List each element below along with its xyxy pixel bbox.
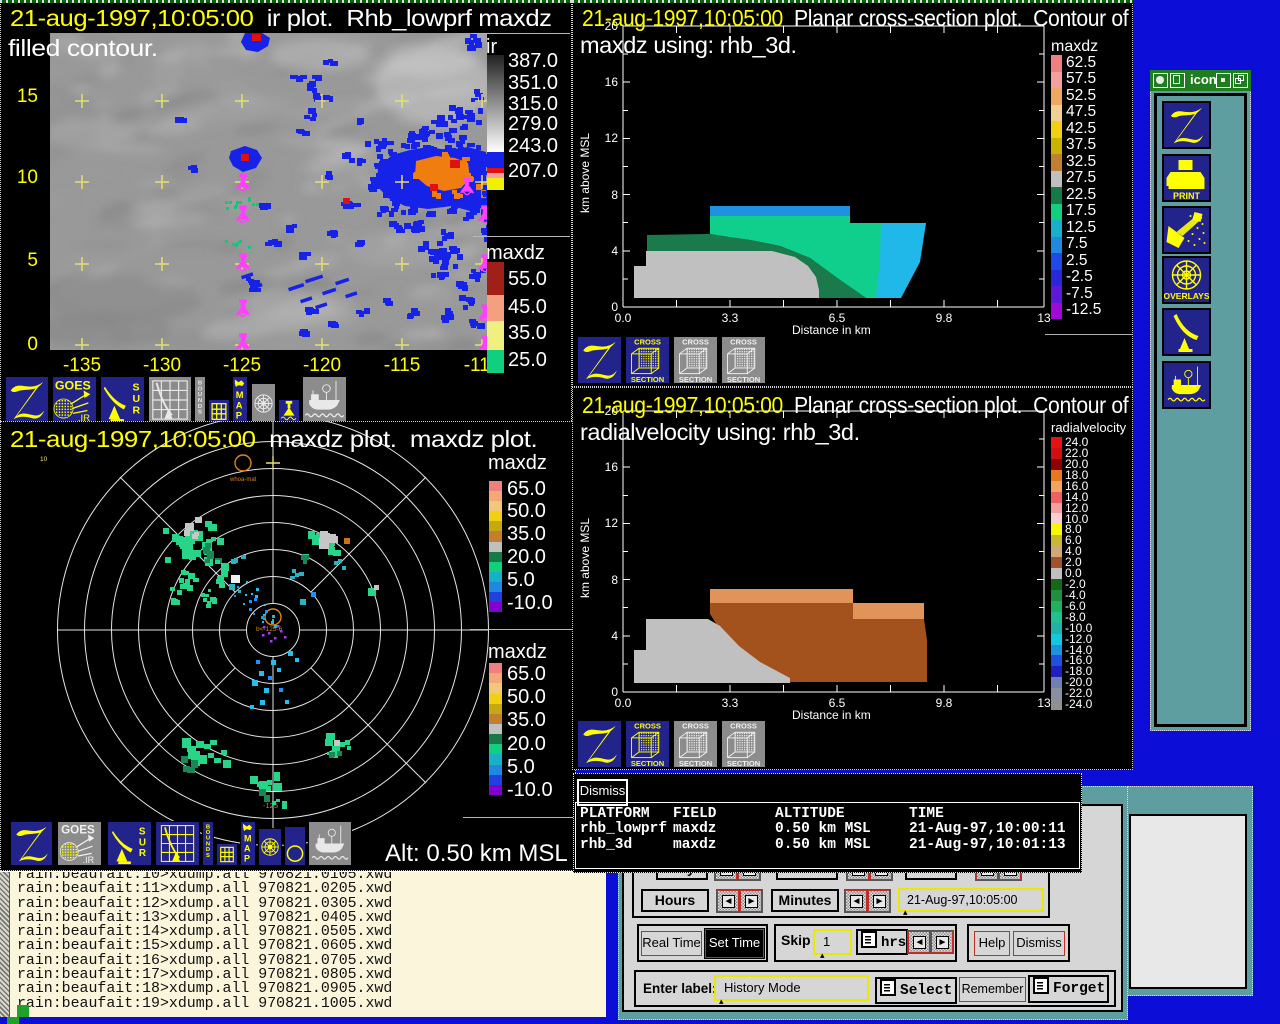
svg-text:P: P (244, 853, 250, 863)
svg-text:A: A (244, 844, 251, 854)
svg-text:PRINT: PRINT (1173, 191, 1201, 200)
svg-text:CROSS: CROSS (730, 722, 757, 731)
svg-text:CROSS: CROSS (682, 722, 709, 731)
svg-text:CROSS: CROSS (634, 722, 661, 731)
svg-text:CROSS: CROSS (730, 338, 757, 347)
svg-text:P: P (236, 411, 242, 421)
svg-text:U: U (133, 393, 141, 405)
svg-text:SECTION: SECTION (727, 759, 760, 767)
svg-text:S: S (133, 381, 140, 393)
svg-text:SECTION: SECTION (631, 375, 664, 383)
svg-text:CROSS: CROSS (682, 338, 709, 347)
svg-text:CROSS: CROSS (634, 338, 661, 347)
svg-text:SECTION: SECTION (727, 375, 760, 383)
svg-text:R: R (133, 404, 141, 416)
svg-text:GOES: GOES (55, 378, 91, 392)
svg-text:A: A (236, 400, 243, 410)
svg-text:SECTION: SECTION (679, 759, 712, 767)
svg-text:whoa-mat: whoa-mat (229, 477, 257, 483)
svg-text:M: M (244, 834, 251, 844)
svg-text:U: U (139, 837, 146, 848)
svg-text:.IR: .IR (83, 855, 95, 865)
svg-text:GOES: GOES (61, 824, 95, 837)
svg-text:SECTION: SECTION (631, 759, 664, 767)
svg-text:SECTION: SECTION (679, 375, 712, 383)
svg-text:S: S (198, 410, 202, 416)
svg-text:10: 10 (40, 456, 48, 463)
svg-text:OVERLAYS: OVERLAYS (1164, 291, 1209, 301)
svg-text:S: S (139, 827, 146, 838)
svg-text:R: R (139, 848, 146, 859)
svg-text:M: M (236, 390, 244, 400)
svg-text:S: S (206, 853, 210, 859)
